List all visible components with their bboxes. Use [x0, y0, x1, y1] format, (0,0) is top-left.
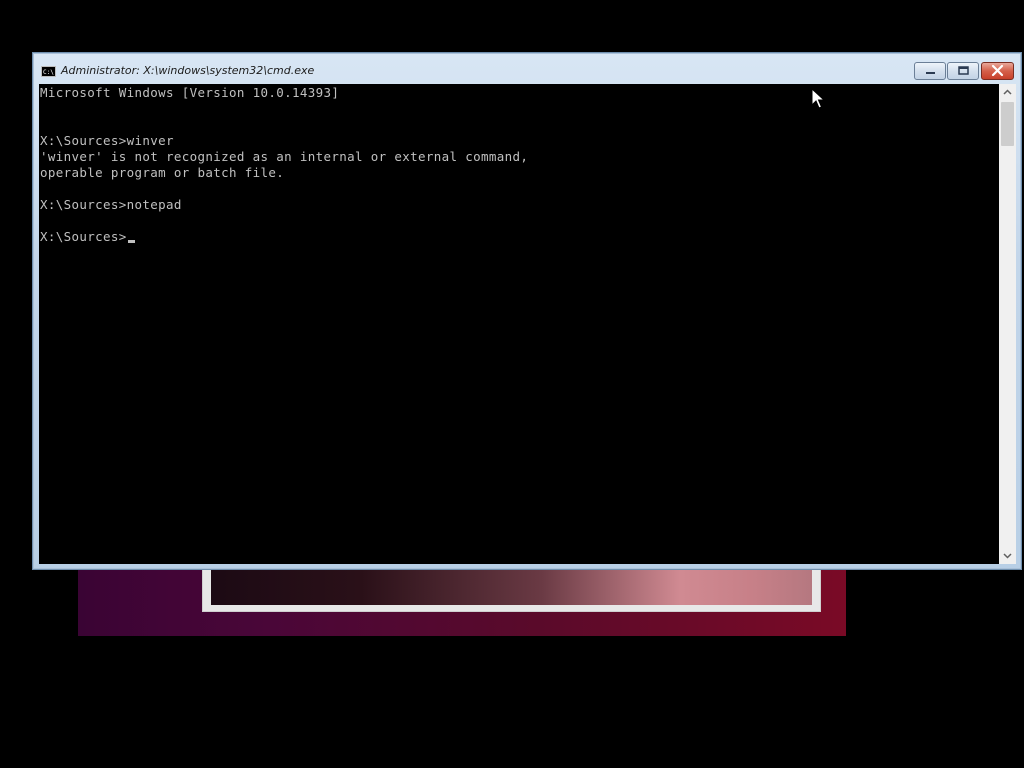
close-icon — [991, 64, 1004, 77]
maximize-button[interactable] — [947, 62, 979, 80]
chevron-down-icon — [1003, 553, 1012, 559]
vertical-scrollbar[interactable] — [999, 84, 1016, 564]
prompt-text: X:\Sources> — [40, 229, 127, 244]
svg-text:C:\: C:\ — [43, 69, 54, 75]
cmd-icon: C:\ — [41, 66, 56, 77]
scroll-down-button[interactable] — [999, 547, 1016, 564]
window-title: Administrator: X:\windows\system32\cmd.e… — [61, 64, 315, 77]
minimize-icon — [926, 72, 935, 74]
console-output[interactable]: Microsoft Windows [Version 10.0.14393] X… — [39, 84, 999, 564]
console-line: X:\Sources>notepad — [40, 197, 182, 212]
maximize-icon — [958, 66, 969, 75]
title-bar[interactable]: C:\ Administrator: X:\windows\system32\c… — [33, 53, 1021, 84]
console-line: Microsoft Windows [Version 10.0.14393] — [40, 85, 340, 100]
mouse-pointer-icon — [811, 87, 826, 114]
setup-dialog-content — [211, 567, 812, 605]
scroll-up-button[interactable] — [999, 84, 1016, 101]
chevron-up-icon — [1003, 89, 1012, 95]
cmd-window[interactable]: C:\ Administrator: X:\windows\system32\c… — [32, 52, 1022, 570]
console-line: 'winver' is not recognized as an interna… — [40, 149, 529, 164]
scroll-thumb[interactable] — [1001, 102, 1014, 146]
text-cursor — [127, 240, 135, 243]
minimize-button[interactable] — [914, 62, 946, 80]
prompt-line[interactable]: X:\Sources> — [40, 229, 135, 245]
setup-dialog-remnant — [202, 566, 821, 612]
close-button[interactable] — [981, 62, 1014, 80]
console-line: operable program or batch file. — [40, 165, 285, 180]
console-line: X:\Sources>winver — [40, 133, 174, 148]
